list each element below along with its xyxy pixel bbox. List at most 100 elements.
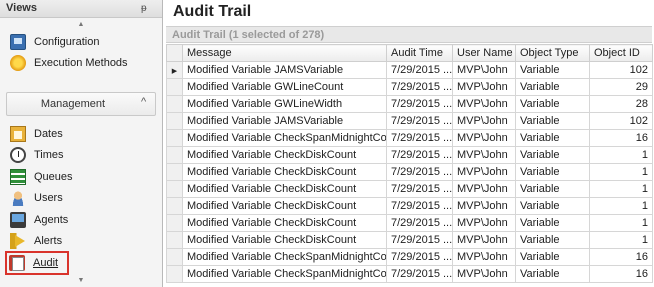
cell-object-type[interactable]: Variable: [515, 214, 590, 232]
cell-object-type[interactable]: Variable: [515, 180, 590, 198]
table-row[interactable]: Modified Variable CheckDiskCount 7/29/201…: [166, 146, 653, 164]
cell-object-id[interactable]: 102: [589, 112, 653, 130]
table-row[interactable]: Modified Variable GWLineWidth 7/29/2015 .…: [166, 95, 653, 113]
cell-user-name[interactable]: MVP\John: [452, 197, 516, 215]
cell-message[interactable]: Modified Variable CheckDiskCount: [182, 163, 387, 181]
cell-message[interactable]: Modified Variable CheckSpanMidnightCount: [182, 248, 387, 266]
row-indicator[interactable]: [166, 231, 183, 249]
table-row[interactable]: Modified Variable CheckDiskCount 7/29/201…: [166, 231, 653, 249]
cell-message[interactable]: Modified Variable JAMSVariable: [182, 112, 387, 130]
row-indicator[interactable]: [166, 265, 183, 283]
cell-audit-time[interactable]: 7/29/2015 ...: [386, 180, 453, 198]
cell-audit-time[interactable]: 7/29/2015 ...: [386, 61, 453, 79]
row-indicator[interactable]: [166, 214, 183, 232]
cell-audit-time[interactable]: 7/29/2015 ...: [386, 78, 453, 96]
row-indicator[interactable]: [166, 248, 183, 266]
cell-user-name[interactable]: MVP\John: [452, 248, 516, 266]
cell-object-type[interactable]: Variable: [515, 146, 590, 164]
cell-user-name[interactable]: MVP\John: [452, 61, 516, 79]
table-row[interactable]: Modified Variable CheckSpanMidnightCount…: [166, 248, 653, 266]
cell-user-name[interactable]: MVP\John: [452, 95, 516, 113]
row-indicator[interactable]: [166, 78, 183, 96]
row-indicator[interactable]: [166, 146, 183, 164]
nav-item-users[interactable]: Users: [10, 188, 158, 208]
cell-user-name[interactable]: MVP\John: [452, 112, 516, 130]
table-row[interactable]: Modified Variable GWLineCount 7/29/2015 .…: [166, 78, 653, 96]
cell-object-type[interactable]: Variable: [515, 248, 590, 266]
cell-object-type[interactable]: Variable: [515, 163, 590, 181]
cell-object-id[interactable]: 1: [589, 214, 653, 232]
cell-object-id[interactable]: 1: [589, 231, 653, 249]
cell-audit-time[interactable]: 7/29/2015 ...: [386, 248, 453, 266]
cell-object-type[interactable]: Variable: [515, 95, 590, 113]
cell-message[interactable]: Modified Variable GWLineWidth: [182, 95, 387, 113]
column-header-object-id[interactable]: Object ID: [589, 44, 653, 62]
cell-user-name[interactable]: MVP\John: [452, 146, 516, 164]
cell-message[interactable]: Modified Variable CheckDiskCount: [182, 180, 387, 198]
row-indicator[interactable]: [166, 95, 183, 113]
cell-object-type[interactable]: Variable: [515, 129, 590, 147]
nav-item-agents[interactable]: Agents: [10, 210, 158, 230]
cell-message[interactable]: Modified Variable CheckDiskCount: [182, 231, 387, 249]
cell-object-id[interactable]: 1: [589, 146, 653, 164]
pin-icon[interactable]: ᵽ: [141, 3, 147, 14]
column-header-object-type[interactable]: Object Type: [515, 44, 590, 62]
cell-message[interactable]: Modified Variable CheckDiskCount: [182, 214, 387, 232]
cell-audit-time[interactable]: 7/29/2015 ...: [386, 214, 453, 232]
row-indicator[interactable]: [166, 112, 183, 130]
management-group-header[interactable]: Management ^: [6, 92, 156, 116]
cell-user-name[interactable]: MVP\John: [452, 163, 516, 181]
cell-object-id[interactable]: 16: [589, 265, 653, 283]
nav-item-alerts[interactable]: Alerts: [10, 231, 158, 251]
cell-message[interactable]: Modified Variable CheckDiskCount: [182, 146, 387, 164]
column-header-user-name[interactable]: User Name: [452, 44, 516, 62]
row-indicator[interactable]: [166, 163, 183, 181]
row-indicator[interactable]: [166, 180, 183, 198]
table-row[interactable]: Modified Variable CheckDiskCount 7/29/201…: [166, 180, 653, 198]
table-row[interactable]: Modified Variable CheckDiskCount 7/29/201…: [166, 214, 653, 232]
cell-audit-time[interactable]: 7/29/2015 ...: [386, 265, 453, 283]
cell-message[interactable]: Modified Variable CheckSpanMidnightCount: [182, 265, 387, 283]
table-row[interactable]: Modified Variable CheckSpanMidnightCount…: [166, 129, 653, 147]
cell-object-type[interactable]: Variable: [515, 61, 590, 79]
nav-item-queues[interactable]: Queues: [10, 167, 158, 187]
table-row[interactable]: Modified Variable JAMSVariable 7/29/2015 …: [166, 112, 653, 130]
cell-user-name[interactable]: MVP\John: [452, 265, 516, 283]
cell-audit-time[interactable]: 7/29/2015 ...: [386, 112, 453, 130]
cell-object-id[interactable]: 1: [589, 180, 653, 198]
cell-user-name[interactable]: MVP\John: [452, 214, 516, 232]
cell-audit-time[interactable]: 7/29/2015 ...: [386, 146, 453, 164]
nav-item-times[interactable]: Times: [10, 145, 158, 165]
cell-message[interactable]: Modified Variable JAMSVariable: [182, 61, 387, 79]
cell-object-type[interactable]: Variable: [515, 78, 590, 96]
cell-object-type[interactable]: Variable: [515, 231, 590, 249]
cell-audit-time[interactable]: 7/29/2015 ...: [386, 95, 453, 113]
cell-object-type[interactable]: Variable: [515, 265, 590, 283]
cell-audit-time[interactable]: 7/29/2015 ...: [386, 231, 453, 249]
nav-item-dates[interactable]: Dates: [10, 124, 158, 144]
nav-item-configuration[interactable]: Configuration: [10, 32, 158, 52]
cell-audit-time[interactable]: 7/29/2015 ...: [386, 163, 453, 181]
cell-object-id[interactable]: 1: [589, 163, 653, 181]
nav-item-audit[interactable]: Audit: [5, 251, 69, 275]
table-row[interactable]: Modified Variable CheckDiskCount 7/29/201…: [166, 197, 653, 215]
cell-audit-time[interactable]: 7/29/2015 ...: [386, 197, 453, 215]
nav-item-execution-methods[interactable]: Execution Methods: [10, 53, 158, 73]
cell-user-name[interactable]: MVP\John: [452, 180, 516, 198]
row-indicator[interactable]: [166, 129, 183, 147]
table-row[interactable]: Modified Variable CheckSpanMidnightCount…: [166, 265, 653, 283]
row-indicator[interactable]: ▶: [166, 61, 183, 79]
table-row[interactable]: ▶ Modified Variable JAMSVariable 7/29/2015…: [166, 61, 653, 79]
cell-object-id[interactable]: 1: [589, 197, 653, 215]
cell-object-id[interactable]: 16: [589, 129, 653, 147]
cell-message[interactable]: Modified Variable GWLineCount: [182, 78, 387, 96]
cell-message[interactable]: Modified Variable CheckSpanMidnightCount: [182, 129, 387, 147]
cell-object-type[interactable]: Variable: [515, 197, 590, 215]
cell-object-type[interactable]: Variable: [515, 112, 590, 130]
cell-object-id[interactable]: 102: [589, 61, 653, 79]
row-indicator[interactable]: [166, 197, 183, 215]
cell-user-name[interactable]: MVP\John: [452, 78, 516, 96]
column-header-message[interactable]: Message: [182, 44, 387, 62]
cell-audit-time[interactable]: 7/29/2015 ...: [386, 129, 453, 147]
cell-user-name[interactable]: MVP\John: [452, 129, 516, 147]
